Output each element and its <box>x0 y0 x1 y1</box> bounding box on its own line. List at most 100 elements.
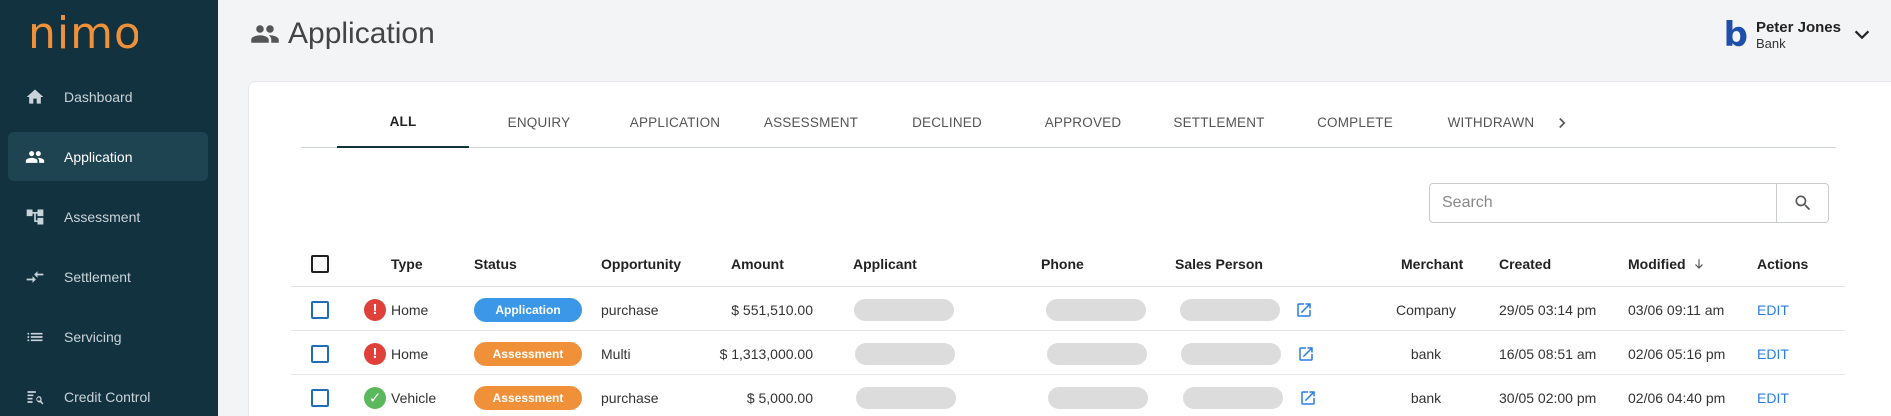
arrow-down-icon <box>1694 258 1703 269</box>
search-box <box>1429 183 1829 223</box>
error-icon: ! <box>364 298 386 321</box>
redacted-phone <box>1047 342 1147 365</box>
col-opportunity[interactable]: Opportunity <box>601 240 681 287</box>
col-type[interactable]: Type <box>391 240 423 287</box>
redacted-sales-person <box>1180 298 1280 321</box>
search-input[interactable] <box>1430 184 1776 222</box>
sidebar-item-settlement[interactable]: Settlement <box>8 252 208 301</box>
chevron-down-icon[interactable] <box>1851 24 1873 46</box>
user-menu[interactable]: b Peter Jones Bank <box>1724 14 1873 56</box>
status-badge: Assessment <box>474 385 582 410</box>
row-opportunity: purchase <box>601 301 659 318</box>
row-opportunity: Multi <box>601 345 631 362</box>
redacted-sales-person <box>1183 386 1283 409</box>
redacted-phone <box>1048 386 1148 409</box>
chevron-right-icon[interactable] <box>1553 114 1571 132</box>
sidebar-item-label: Servicing <box>64 328 122 345</box>
sidebar-item-servicing[interactable]: Servicing <box>8 312 208 361</box>
nimo-logo[interactable]: nimo <box>28 8 138 58</box>
bank-logo: b <box>1723 15 1748 55</box>
row-checkbox[interactable] <box>311 388 329 407</box>
row-modified: 02/06 04:40 pm <box>1628 389 1726 406</box>
arrows-icon <box>24 266 46 288</box>
edit-link[interactable]: EDIT <box>1757 346 1789 362</box>
col-modified-label: Modified <box>1628 255 1686 272</box>
tab-declined[interactable]: DECLINED <box>881 96 1013 148</box>
table-row[interactable]: ✓ Vehicle Assessment purchase $ 5,000.00… <box>291 376 1845 416</box>
table-row[interactable]: ! Home Assessment Multi $ 1,313,000.00 b… <box>291 332 1845 375</box>
tab-approved[interactable]: APPROVED <box>1017 96 1149 148</box>
check-circle-icon: ✓ <box>364 386 386 409</box>
row-created: 16/05 08:51 am <box>1499 345 1597 362</box>
sidebar-item-application[interactable]: Application <box>8 132 208 181</box>
tab-all[interactable]: ALL <box>337 96 469 148</box>
col-status[interactable]: Status <box>474 240 517 287</box>
row-amount: $ 1,313,000.00 <box>719 345 813 362</box>
list-icon <box>24 326 46 348</box>
edit-link[interactable]: EDIT <box>1757 302 1789 318</box>
row-checkbox[interactable] <box>311 300 329 319</box>
row-amount: $ 5,000.00 <box>746 389 813 406</box>
table-header: Type Status Opportunity Amount Applicant… <box>291 240 1845 287</box>
row-merchant: bank <box>1410 345 1442 362</box>
tab-application[interactable]: APPLICATION <box>609 96 741 148</box>
redacted-phone <box>1046 298 1146 321</box>
user-org: Bank <box>1755 36 1786 51</box>
col-phone[interactable]: Phone <box>1041 240 1084 287</box>
row-modified: 03/06 09:11 am <box>1628 301 1725 318</box>
col-sales-person[interactable]: Sales Person <box>1175 240 1263 287</box>
sidebar-item-label: Credit Control <box>64 388 151 405</box>
row-opportunity: purchase <box>601 389 659 406</box>
tab-complete[interactable]: COMPLETE <box>1289 96 1421 148</box>
col-modified[interactable]: Modified <box>1628 240 1706 287</box>
select-all-checkbox[interactable] <box>311 254 329 273</box>
sidebar: nimo Dashboard Application Assessment Se… <box>0 0 218 416</box>
people-icon <box>24 146 46 168</box>
sidebar-item-label: Assessment <box>64 208 141 225</box>
user-name: Peter Jones <box>1755 19 1841 36</box>
row-merchant: bank <box>1410 389 1442 406</box>
col-amount[interactable]: Amount <box>731 240 784 287</box>
redacted-applicant <box>856 386 956 409</box>
table-row[interactable]: ! Home Application purchase $ 551,510.00… <box>291 288 1845 331</box>
open-external-icon[interactable] <box>1297 332 1315 375</box>
row-type: Home <box>391 345 429 362</box>
row-type: Home <box>391 301 429 318</box>
sidebar-item-label: Dashboard <box>64 88 133 105</box>
search-icon <box>1795 195 1810 211</box>
col-merchant[interactable]: Merchant <box>1401 240 1463 287</box>
col-actions: Actions <box>1757 255 1809 272</box>
home-icon <box>24 86 46 108</box>
row-modified: 02/06 05:16 pm <box>1628 345 1726 362</box>
redacted-applicant <box>855 342 955 365</box>
application-card: ALL ENQUIRY APPLICATION ASSESSMENT DECLI… <box>248 81 1891 416</box>
tab-enquiry[interactable]: ENQUIRY <box>473 96 605 148</box>
page-header: Application <box>250 14 435 54</box>
sidebar-item-dashboard[interactable]: Dashboard <box>8 72 208 121</box>
tab-withdrawn[interactable]: WITHDRAWN <box>1425 96 1557 148</box>
sidebar-item-label: Application <box>64 148 133 165</box>
row-type: Vehicle <box>391 389 437 406</box>
search-button[interactable] <box>1776 184 1828 222</box>
open-external-icon[interactable] <box>1295 288 1313 331</box>
sidebar-item-assessment[interactable]: Assessment <box>8 192 208 241</box>
redacted-applicant <box>854 298 954 321</box>
search-list-icon <box>24 386 46 408</box>
edit-link[interactable]: EDIT <box>1757 390 1789 406</box>
error-icon: ! <box>364 342 386 365</box>
tab-assessment[interactable]: ASSESSMENT <box>745 96 877 148</box>
open-external-icon[interactable] <box>1299 376 1317 416</box>
page-title: Application <box>288 17 435 50</box>
col-created[interactable]: Created <box>1499 240 1551 287</box>
row-checkbox[interactable] <box>311 344 329 363</box>
sidebar-item-credit-control[interactable]: Credit Control <box>8 372 208 416</box>
col-applicant[interactable]: Applicant <box>853 240 917 287</box>
row-created: 30/05 02:00 pm <box>1499 389 1597 406</box>
row-amount: $ 551,510.00 <box>731 301 813 318</box>
sidebar-item-label: Settlement <box>64 268 131 285</box>
status-tabs: ALL ENQUIRY APPLICATION ASSESSMENT DECLI… <box>301 96 1836 148</box>
people-icon <box>251 25 279 43</box>
status-badge: Assessment <box>474 341 582 366</box>
tab-settlement[interactable]: SETTLEMENT <box>1153 96 1285 148</box>
redacted-sales-person <box>1181 342 1281 365</box>
